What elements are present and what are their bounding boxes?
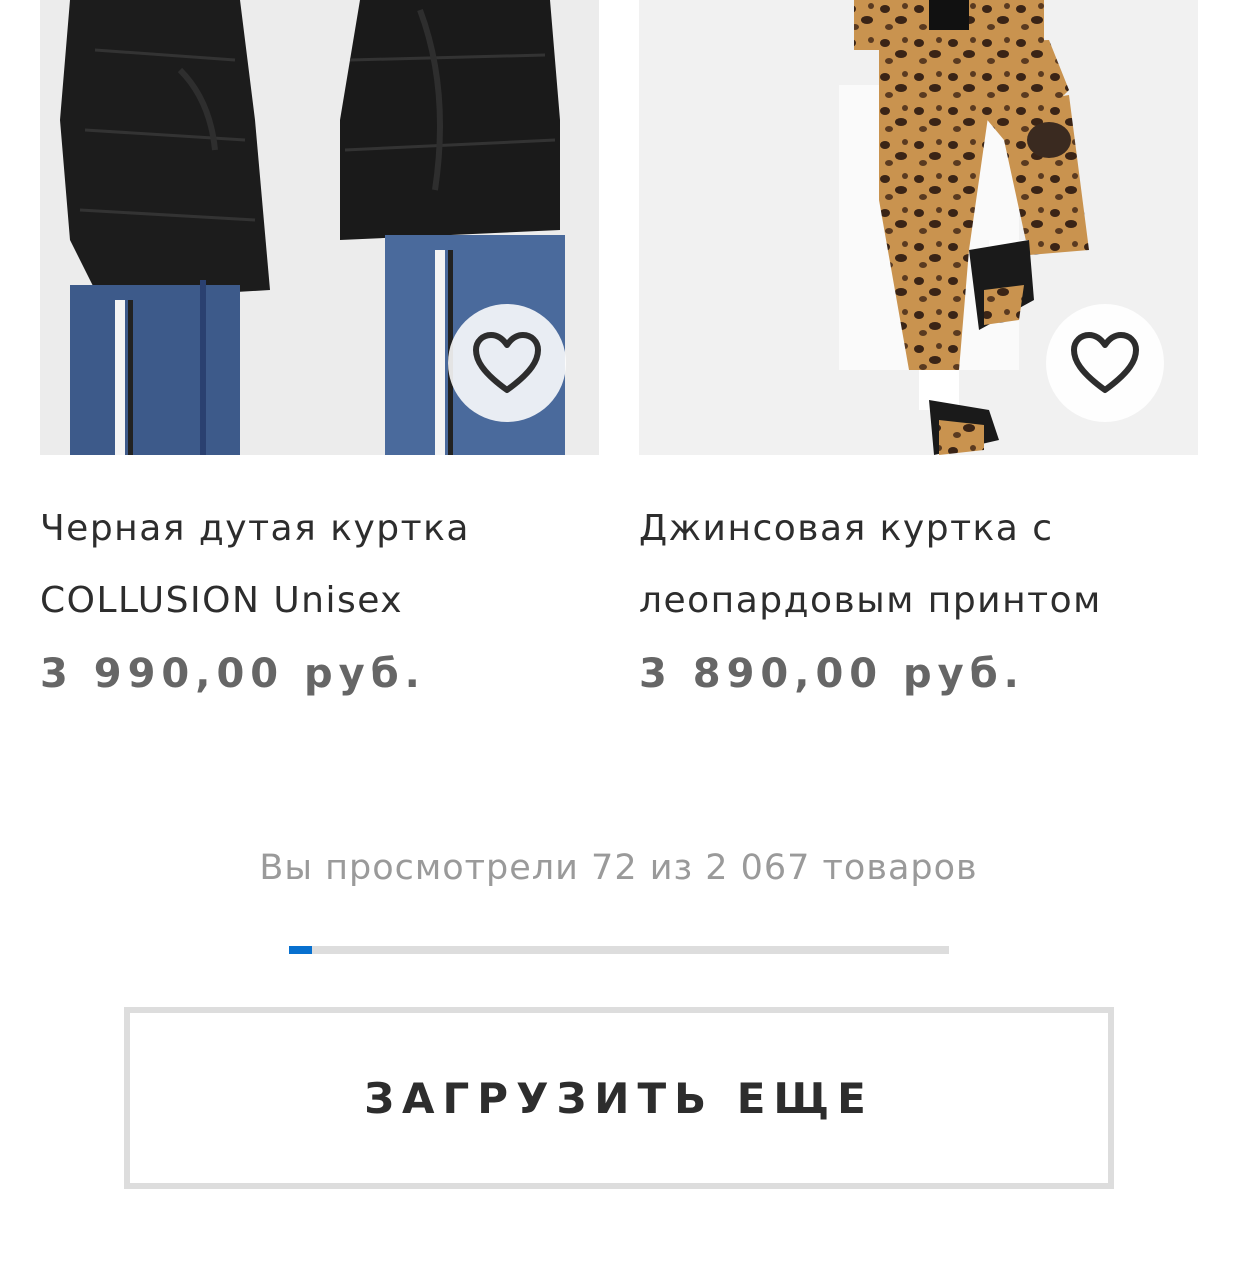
product-title[interactable]: Черная дутая куртка COLLUSION Unisex: [40, 493, 599, 637]
heart-outline-icon: [473, 332, 541, 393]
load-more-button[interactable]: ЗАГРУЗИТЬ ЕЩЕ: [124, 1007, 1114, 1189]
product-title[interactable]: Джинсовая куртка с леопардовым принтом: [639, 493, 1198, 637]
product-image[interactable]: [40, 0, 599, 455]
product-card[interactable]: Джинсовая куртка с леопардовым принтом 3…: [639, 0, 1198, 697]
product-card[interactable]: Черная дутая куртка COLLUSION Unisex 3 9…: [40, 0, 599, 697]
heart-outline-icon: [1071, 332, 1139, 393]
progress-bar-fill: [289, 946, 312, 954]
viewed-count-text: Вы просмотрели 72 из 2 067 товаров: [259, 848, 978, 888]
product-price: 3 890,00 руб.: [639, 651, 1025, 697]
product-image[interactable]: [639, 0, 1198, 455]
favorite-button[interactable]: [1046, 304, 1164, 422]
product-price: 3 990,00 руб.: [40, 651, 426, 697]
favorite-button[interactable]: [448, 304, 566, 422]
progress-bar: [289, 946, 949, 954]
load-more-label: ЗАГРУЗИТЬ ЕЩЕ: [364, 1073, 874, 1123]
